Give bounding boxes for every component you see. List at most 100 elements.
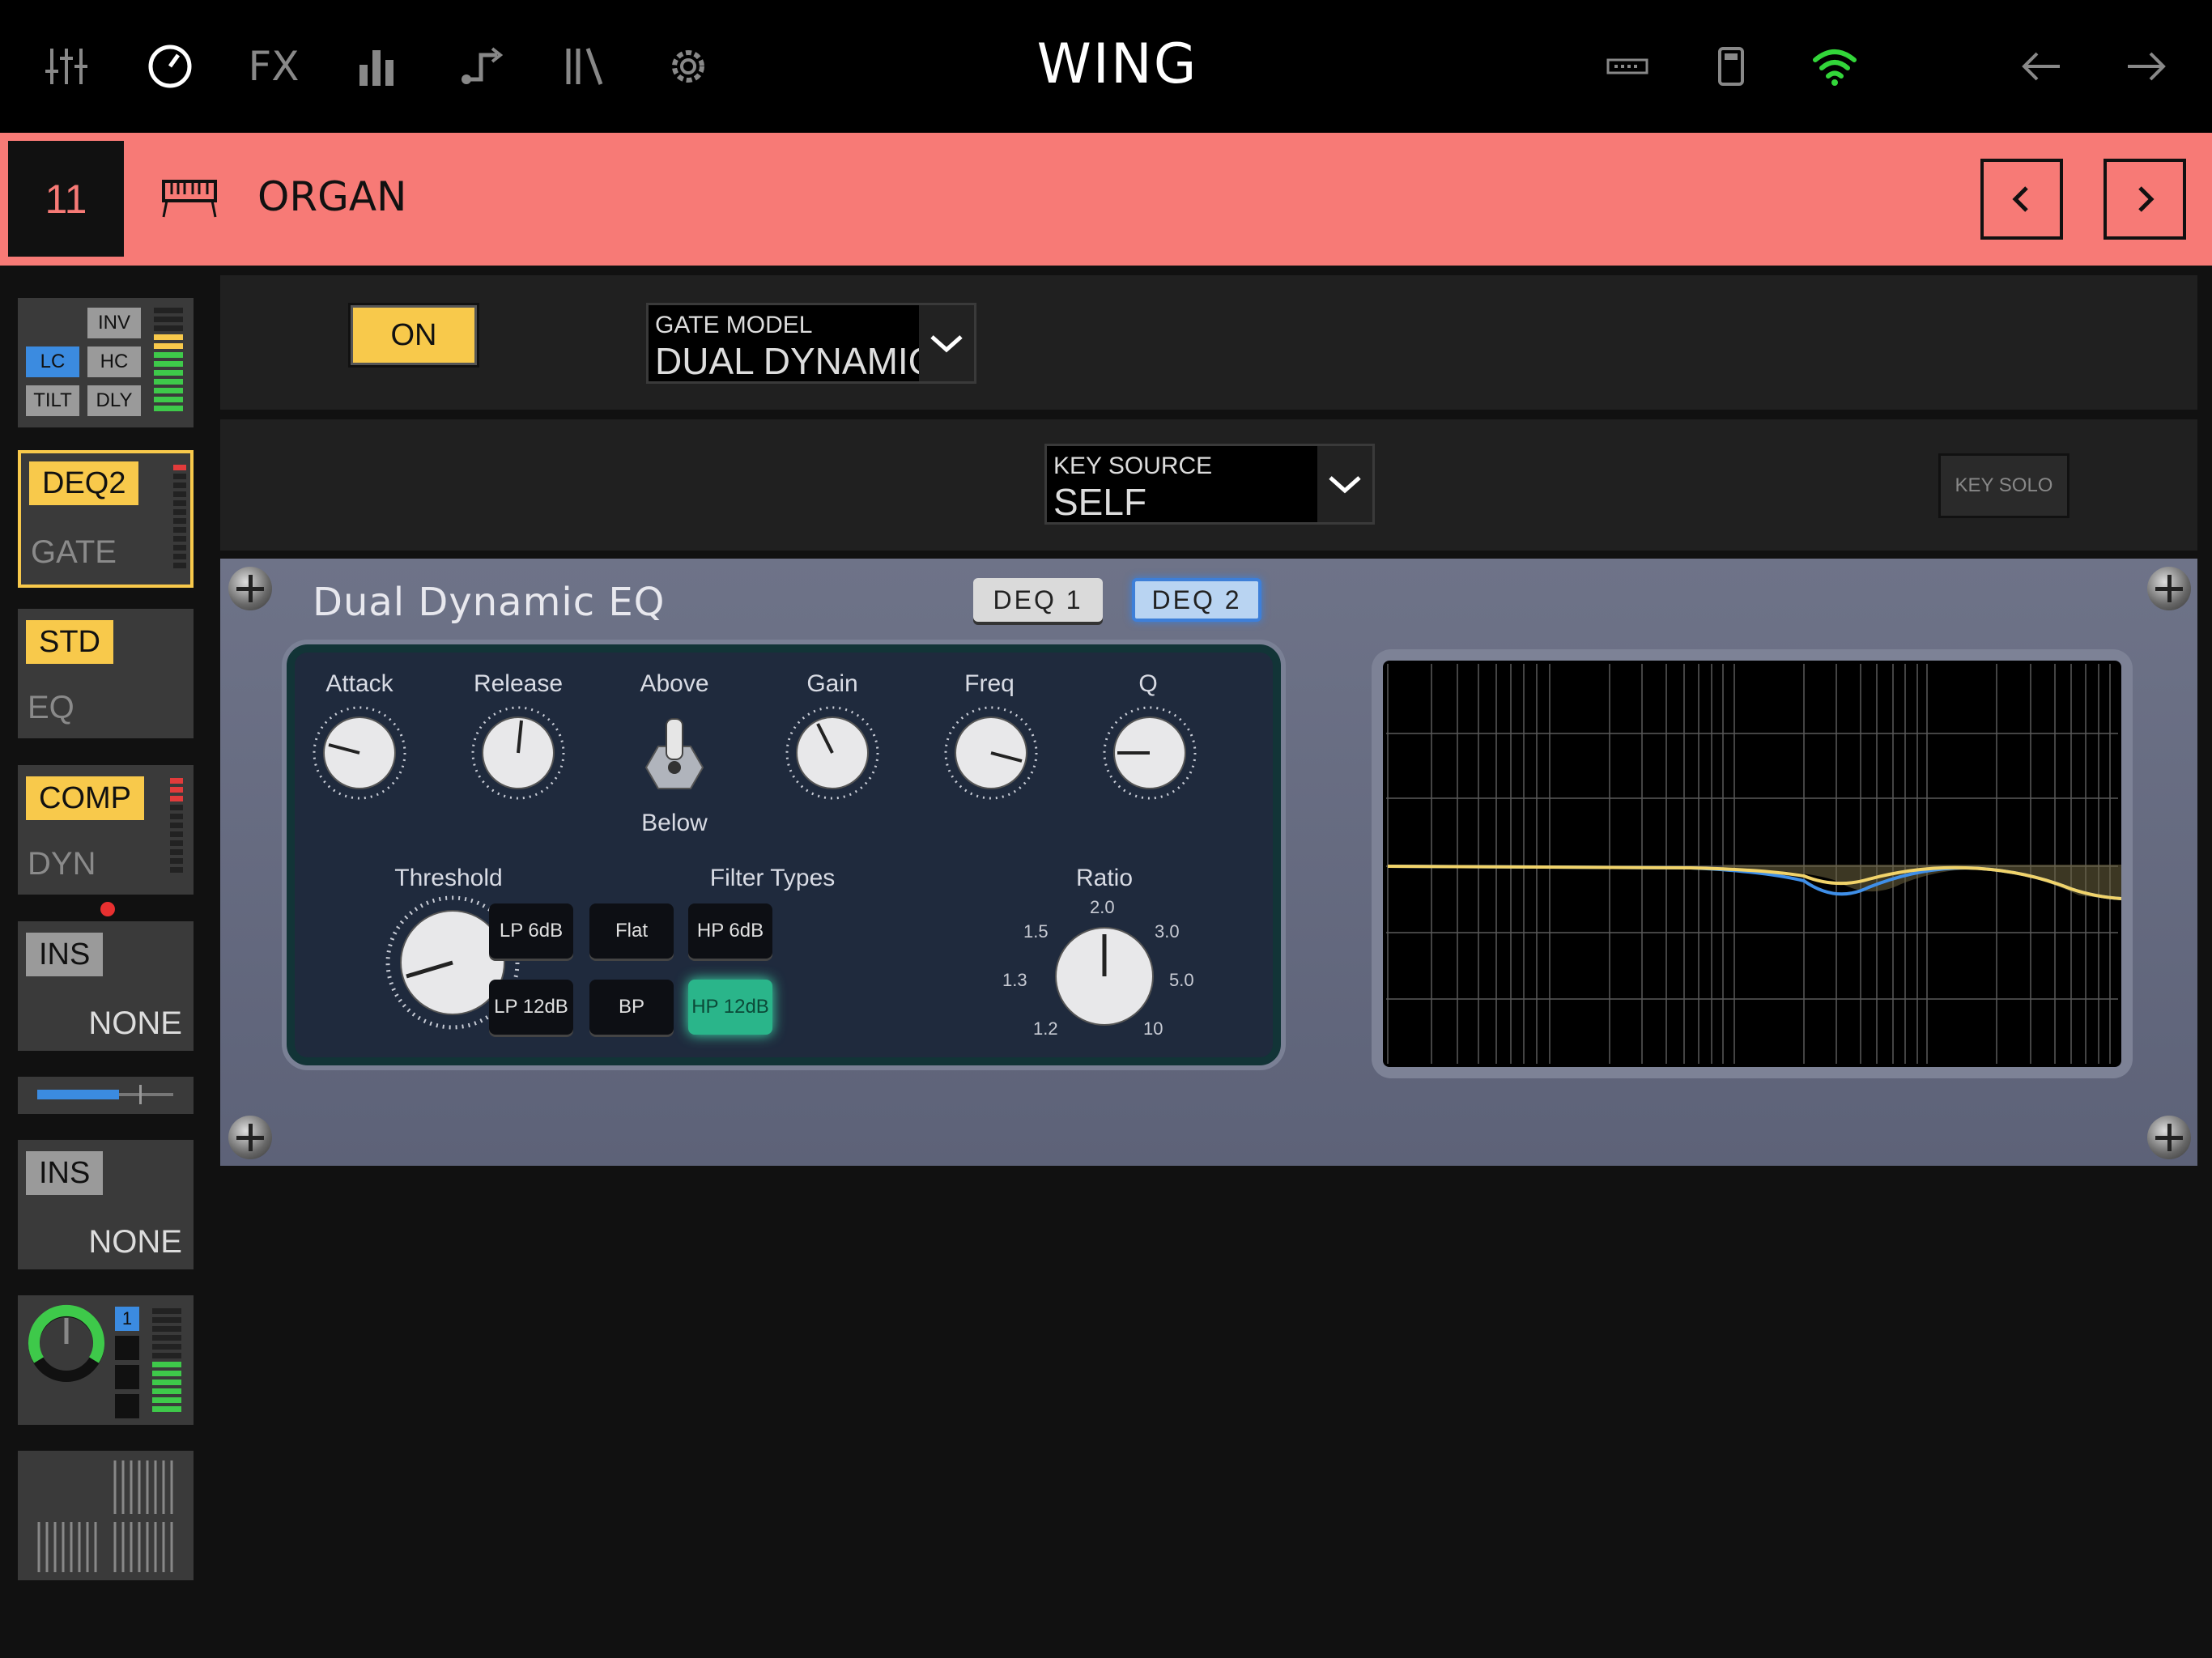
release-knob[interactable] bbox=[470, 704, 567, 801]
fader-bank-block[interactable] bbox=[18, 1451, 194, 1580]
library-icon[interactable] bbox=[555, 37, 614, 96]
gate-model-label: GATE MODEL bbox=[655, 312, 813, 338]
q-knob[interactable] bbox=[1101, 704, 1198, 801]
filter-type-button[interactable]: Flat bbox=[589, 903, 674, 959]
send-level-fader[interactable] bbox=[18, 1077, 194, 1114]
gate-block[interactable]: DEQ2 GATE bbox=[18, 450, 194, 588]
filter-types-label: Filter Types bbox=[709, 865, 836, 891]
tilt-button[interactable]: TILT bbox=[26, 385, 79, 416]
gate-on-button[interactable]: ON bbox=[348, 303, 479, 368]
wifi-icon[interactable] bbox=[1806, 37, 1864, 96]
pan-knob-icon[interactable] bbox=[26, 1303, 107, 1384]
channel-number[interactable]: 11 bbox=[8, 141, 124, 257]
filter-type-button[interactable]: BP bbox=[589, 980, 674, 1035]
main-output-block[interactable]: 1 bbox=[18, 1295, 194, 1425]
inv-button[interactable]: INV bbox=[87, 308, 141, 338]
gate-model-tag: DEQ2 bbox=[29, 461, 139, 505]
ratio-tick-1-5: 1.5 bbox=[1023, 921, 1049, 942]
bus-slot-3 bbox=[115, 1365, 139, 1389]
insert-2-block[interactable]: INS NONE bbox=[18, 1140, 194, 1269]
eq-block[interactable]: STD EQ bbox=[18, 609, 194, 738]
screw-icon bbox=[228, 567, 272, 610]
dyn-label: DYN bbox=[28, 846, 96, 882]
attack-knob[interactable] bbox=[311, 704, 408, 801]
bus-slot-2 bbox=[115, 1336, 139, 1360]
channel-name: ORGAN bbox=[257, 173, 407, 220]
dly-button[interactable]: DLY bbox=[87, 385, 141, 416]
keyboard-icon bbox=[162, 180, 217, 218]
routing-icon[interactable] bbox=[452, 37, 510, 96]
back-arrow-icon[interactable] bbox=[2013, 37, 2071, 96]
main-bus-badge: 1 bbox=[115, 1307, 139, 1331]
dyn-active-indicator bbox=[100, 902, 115, 916]
gain-knob[interactable] bbox=[784, 704, 881, 801]
gain-label: Gain bbox=[806, 670, 858, 697]
key-source-value: SELF bbox=[1053, 481, 1147, 523]
filter-block[interactable]: INV LC HC TILT DLY bbox=[18, 298, 194, 427]
chevron-right-icon bbox=[2138, 186, 2155, 212]
fader-bank-icon bbox=[37, 1460, 173, 1572]
lc-button[interactable]: LC bbox=[26, 346, 79, 377]
card-icon[interactable] bbox=[1598, 37, 1657, 96]
mixer-icon[interactable] bbox=[37, 37, 96, 96]
freq-knob[interactable] bbox=[942, 704, 1040, 801]
ratio-tick-5-0: 5.0 bbox=[1169, 970, 1194, 990]
key-source-row: KEY SOURCE SELF KEY SOLO bbox=[220, 419, 2197, 551]
key-source-dropdown[interactable]: KEY SOURCE SELF bbox=[1044, 444, 1375, 525]
ratio-tick-1-3: 1.3 bbox=[1002, 970, 1027, 990]
q-label: Q bbox=[1138, 670, 1158, 697]
input-level-meter bbox=[154, 308, 183, 414]
filter-type-button[interactable]: HP 12dB bbox=[688, 980, 772, 1035]
bus-slot-4 bbox=[115, 1394, 139, 1418]
ratio-tick-1-2: 1.2 bbox=[1033, 1018, 1058, 1039]
key-source-label: KEY SOURCE bbox=[1053, 453, 1213, 479]
filter-type-button[interactable]: LP 12dB bbox=[489, 980, 573, 1035]
ratio-label: Ratio bbox=[1075, 865, 1134, 891]
freq-label: Freq bbox=[964, 670, 1015, 697]
key-solo-button[interactable]: KEY SOLO bbox=[1938, 453, 2069, 518]
filter-type-button[interactable]: LP 6dB bbox=[489, 903, 573, 959]
band-controls-panel: Attack Release Above Gain Freq Q Below T… bbox=[287, 644, 1281, 1065]
output-level-meter bbox=[152, 1308, 181, 1415]
bars-icon[interactable] bbox=[348, 37, 406, 96]
dyn-model-tag: COMP bbox=[26, 776, 144, 820]
insert-2-tag: INS bbox=[26, 1151, 104, 1195]
plugin-title: Dual Dynamic EQ bbox=[313, 580, 666, 625]
threshold-label: Threshold bbox=[394, 865, 503, 891]
attack-label: Attack bbox=[325, 670, 393, 697]
fx-icon[interactable]: FX bbox=[245, 37, 303, 96]
above-below-toggle[interactable] bbox=[638, 714, 711, 795]
gate-reduction-meter bbox=[173, 465, 186, 572]
eq-curve-display[interactable] bbox=[1372, 649, 2133, 1078]
gate-model-row: ON GATE MODEL DUAL DYNAMIC bbox=[220, 275, 2197, 410]
previous-channel-button[interactable] bbox=[1980, 159, 2063, 240]
gate-model-dropdown[interactable]: GATE MODEL DUAL DYNAMIC bbox=[646, 303, 976, 384]
gate-model-value: DUAL DYNAMIC bbox=[655, 340, 935, 382]
chevron-down-icon bbox=[919, 305, 974, 381]
filter-type-button[interactable]: HP 6dB bbox=[688, 903, 772, 959]
insert-2-value: NONE bbox=[88, 1224, 182, 1260]
ratio-tick-3-0: 3.0 bbox=[1155, 921, 1180, 942]
forward-arrow-icon[interactable] bbox=[2116, 37, 2175, 96]
next-channel-button[interactable] bbox=[2104, 159, 2186, 240]
eq-model-tag: STD bbox=[26, 620, 113, 664]
unity-mark bbox=[139, 1085, 142, 1104]
ratio-knob[interactable] bbox=[1048, 920, 1161, 1033]
channel-header: 11 ORGAN bbox=[0, 133, 2212, 266]
meter-dial-icon[interactable] bbox=[141, 37, 199, 96]
screw-icon bbox=[228, 1116, 272, 1159]
deq1-button[interactable]: DEQ 1 bbox=[973, 578, 1103, 622]
chevron-left-icon bbox=[2012, 186, 2028, 212]
settings-gear-icon[interactable] bbox=[659, 37, 717, 96]
insert-1-value: NONE bbox=[88, 1005, 182, 1041]
dyn-reduction-meter bbox=[170, 778, 183, 876]
insert-1-block[interactable]: INS NONE bbox=[18, 921, 194, 1051]
dyn-block[interactable]: COMP DYN bbox=[18, 765, 194, 895]
screw-icon bbox=[2147, 567, 2191, 610]
top-toolbar: FX WING bbox=[0, 0, 2212, 133]
app-title: WING bbox=[1036, 32, 1198, 96]
above-label: Above bbox=[640, 670, 709, 697]
deq2-button[interactable]: DEQ 2 bbox=[1132, 578, 1261, 622]
usb-icon[interactable] bbox=[1702, 37, 1760, 96]
hc-button[interactable]: HC bbox=[87, 346, 141, 377]
